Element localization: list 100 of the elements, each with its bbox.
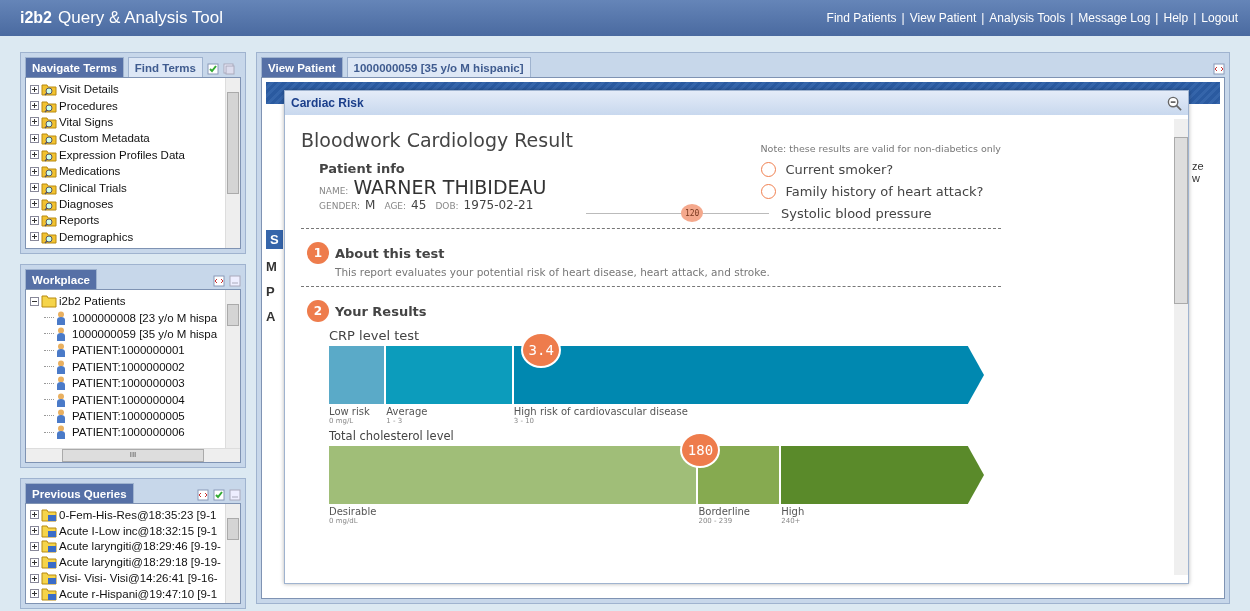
partial-text: S xyxy=(266,230,283,249)
expand-icon[interactable] xyxy=(30,166,39,176)
tree-item[interactable]: PATIENT:1000000006 xyxy=(72,426,185,439)
tree-item[interactable]: 1000000059 [35 y/o M hispa xyxy=(72,327,218,340)
scroll-thumb-grip[interactable]: III xyxy=(62,449,204,462)
value-marker: 180 xyxy=(680,432,721,468)
folder-search-icon xyxy=(41,180,57,195)
gauge-title: Total cholesterol level xyxy=(329,429,455,443)
person-icon xyxy=(56,359,66,374)
expand-icon[interactable] xyxy=(30,101,39,111)
tree-item[interactable]: PATIENT:1000000005 xyxy=(72,409,185,422)
panel-tab[interactable]: View Patient xyxy=(261,57,343,78)
tree-item[interactable]: PATIENT:1000000001 xyxy=(72,344,185,357)
tree-item[interactable]: PATIENT:1000000004 xyxy=(72,393,185,406)
tree-item[interactable]: Diagnoses xyxy=(59,197,114,210)
expand-icon[interactable] xyxy=(30,183,39,193)
range-label: Average xyxy=(386,406,429,417)
zoom-out-icon[interactable] xyxy=(1167,95,1182,111)
link-separator: | xyxy=(1193,11,1197,25)
nav-link[interactable]: View Patient xyxy=(909,11,977,25)
step-number: 2 xyxy=(307,300,329,322)
expand-icon[interactable] xyxy=(30,510,39,520)
collapse-icon[interactable] xyxy=(30,296,39,306)
tree-item[interactable]: Acute laryngiti@18:29:46 [9-19- xyxy=(59,540,221,553)
gauge-title: CRP level test xyxy=(329,328,421,343)
expand-icon[interactable] xyxy=(30,573,39,583)
section-heading: About this test xyxy=(335,245,445,261)
scrollbar[interactable] xyxy=(225,504,240,603)
expand-icon[interactable] xyxy=(30,557,39,567)
tree-item[interactable]: 1000000008 [23 y/o M hispa xyxy=(72,311,218,324)
option-label: Current smoker? xyxy=(785,161,894,177)
expand-icon[interactable] xyxy=(30,589,39,599)
dialog-title: Cardiac Risk xyxy=(291,96,364,110)
range-label: Borderline xyxy=(698,506,752,517)
tree-item[interactable]: Acute I-Low inc@18:32:15 [9-1 xyxy=(59,524,218,537)
folder-search-icon xyxy=(41,131,57,146)
scrollbar[interactable]: III xyxy=(26,448,240,462)
tree-item[interactable]: Clinical Trials xyxy=(59,181,127,194)
link-separator: | xyxy=(981,11,985,25)
folder-search-icon xyxy=(41,147,57,162)
refresh-icon[interactable] xyxy=(1213,63,1225,75)
partial-text: A xyxy=(266,309,277,324)
tree-item[interactable]: i2b2 Patients xyxy=(59,295,126,308)
expand-icon[interactable] xyxy=(30,133,39,143)
tree-item[interactable]: Expression Profiles Data xyxy=(59,148,185,161)
person-icon xyxy=(56,343,66,358)
folder-search-icon xyxy=(41,98,57,113)
tree-item[interactable]: Visit Details xyxy=(59,83,119,96)
field-label: NAME: xyxy=(319,186,349,196)
tree-item[interactable]: Procedures xyxy=(59,99,118,112)
tree-item[interactable]: PATIENT:1000000003 xyxy=(72,377,185,390)
section-heading: Patient info xyxy=(318,161,406,176)
panel-tab[interactable]: 1000000059 [35 y/o M hispanic] xyxy=(346,57,531,78)
refresh-icon[interactable] xyxy=(197,489,209,501)
field-value: M xyxy=(365,198,376,212)
tree-item[interactable]: Medications xyxy=(59,165,121,178)
tree-item[interactable]: Demographics xyxy=(59,230,134,243)
expand-icon[interactable] xyxy=(30,215,39,225)
expand-icon[interactable] xyxy=(30,117,39,127)
nav-link[interactable]: Message Log xyxy=(1078,11,1151,25)
expand-icon[interactable] xyxy=(30,542,39,551)
query-folder-icon xyxy=(41,586,57,601)
panel-tab[interactable]: Workplace xyxy=(25,269,97,290)
person-icon xyxy=(56,392,66,407)
nav-link[interactable]: Help xyxy=(1163,11,1189,25)
step-number: 1 xyxy=(307,242,329,264)
field-label: DOB: xyxy=(435,201,459,211)
nav-link[interactable]: Find Patients xyxy=(826,11,897,25)
refresh-icon[interactable] xyxy=(213,275,225,287)
tree-item[interactable]: Custom Metadata xyxy=(59,132,150,145)
tree-item[interactable]: Vital Signs xyxy=(59,115,114,128)
tree-item[interactable]: Acute laryngiti@18:29:18 [9-19- xyxy=(59,556,221,569)
panel-tab[interactable]: Previous Queries xyxy=(25,483,134,504)
query-folder-icon xyxy=(41,523,57,538)
expand-icon[interactable] xyxy=(30,84,39,94)
nav-link[interactable]: Analysis Tools xyxy=(989,11,1066,25)
tree-item[interactable]: 0-Fem-His-Res@18:35:23 [9-1 xyxy=(59,508,217,521)
report-heading: Bloodwork Cardiology Result xyxy=(301,129,573,151)
folder-search-icon xyxy=(41,82,57,97)
expand-icon[interactable] xyxy=(30,526,39,536)
expand-icon[interactable] xyxy=(30,150,39,160)
nav-link[interactable]: Logout xyxy=(1201,11,1238,25)
expand-icon[interactable] xyxy=(30,199,39,209)
slider-thumb[interactable]: 120 xyxy=(681,204,704,222)
tree-item[interactable]: Acute r-Hispani@19:47:10 [9-1 xyxy=(59,587,218,600)
panel-tab[interactable]: Navigate Terms xyxy=(25,57,124,78)
blood-pressure-slider[interactable]: 120 xyxy=(586,204,769,222)
scrollbar[interactable] xyxy=(1174,119,1188,575)
tree-item[interactable]: Visi- Visi- Visi@14:26:41 [9-16- xyxy=(59,572,218,585)
scrollbar[interactable] xyxy=(225,78,240,248)
expand-icon[interactable] xyxy=(30,232,39,242)
tree-item[interactable]: PATIENT:1000000002 xyxy=(72,360,185,373)
tree-item[interactable]: Reports xyxy=(59,214,100,227)
panel-tab[interactable]: Find Terms xyxy=(127,57,203,78)
partial-text: P xyxy=(266,284,276,299)
folder-search-icon xyxy=(41,213,57,228)
check-document-icon[interactable] xyxy=(206,63,219,75)
scrollbar[interactable] xyxy=(225,290,240,448)
folder-search-icon xyxy=(41,114,57,129)
check-document-icon[interactable] xyxy=(213,489,225,501)
